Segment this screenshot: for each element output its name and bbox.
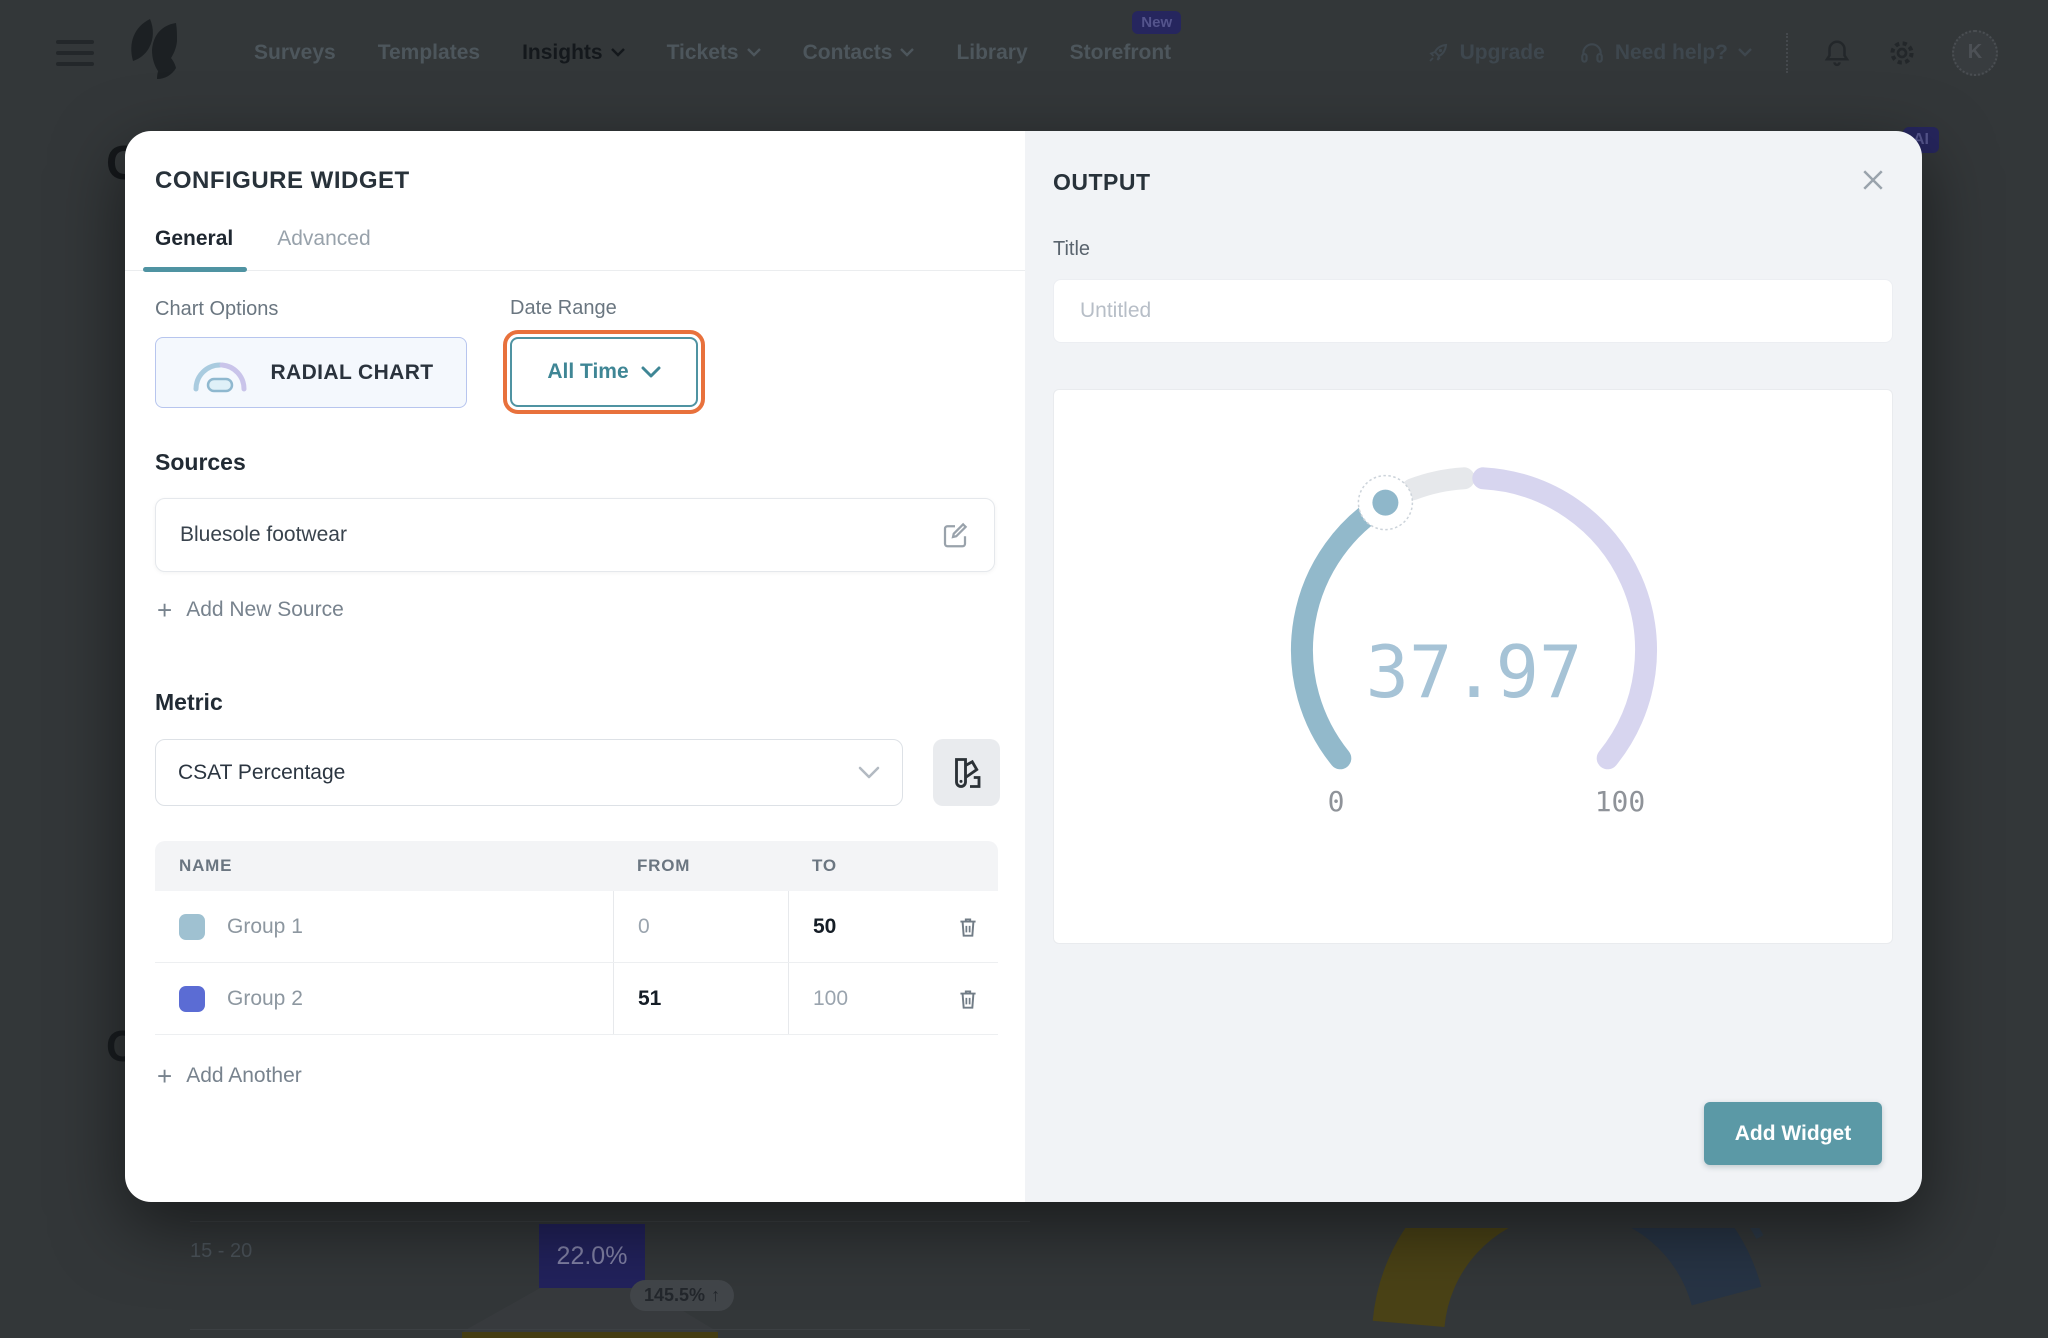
column-header-from: FROM [613, 841, 788, 891]
funnel-bar[interactable]: 54.0% [462, 1332, 718, 1338]
menu-icon[interactable] [56, 40, 94, 66]
metric-heading: Metric [155, 689, 223, 716]
close-icon[interactable] [1858, 165, 1888, 200]
from-field[interactable]: 51 [613, 963, 788, 1034]
upgrade-button[interactable]: Upgrade [1426, 41, 1545, 65]
funnel-change-badge: 145.5%↑ [630, 1280, 734, 1311]
rocket-icon [1426, 41, 1450, 65]
group-color-swatch[interactable] [179, 914, 205, 940]
output-heading: OUTPUT [1053, 169, 1151, 196]
add-another-button[interactable]: + Add Another [157, 1064, 302, 1088]
chevron-down-icon [1738, 48, 1752, 57]
background-donut-chart [1320, 1228, 1840, 1338]
configure-panel: CONFIGURE WIDGET General Advanced Chart … [125, 131, 1025, 1202]
color-palette-button[interactable] [933, 739, 1000, 806]
delete-row-icon[interactable] [955, 914, 981, 940]
nav-items: Surveys Templates Insights Tickets Conta… [254, 41, 1171, 65]
title-label: Title [1053, 238, 1090, 261]
divider [190, 1329, 1030, 1330]
headset-icon [1579, 40, 1605, 66]
divider [190, 1221, 1030, 1222]
table-row: Group 2 51 100 [155, 963, 998, 1035]
group-name[interactable]: Group 2 [227, 987, 303, 1011]
group-name[interactable]: Group 1 [227, 915, 303, 939]
chart-options-label: Chart Options [155, 298, 278, 321]
nav-right-cluster: Upgrade Need help? K [1426, 30, 1998, 76]
configure-widget-modal: CONFIGURE WIDGET General Advanced Chart … [125, 131, 1922, 1202]
gauge-upper-range-arc [1483, 478, 1646, 758]
nav-item-tickets[interactable]: Tickets [667, 41, 761, 65]
source-card[interactable]: Bluesole footwear [155, 498, 995, 572]
column-header-name: NAME [155, 841, 613, 891]
date-range-select[interactable]: All Time [510, 337, 698, 407]
funnel-category-label: 15 - 20 [190, 1240, 252, 1263]
group-color-swatch[interactable] [179, 986, 205, 1012]
radial-gauge-chart: 37.97 0 100 [1224, 435, 1724, 855]
chevron-down-icon [641, 366, 661, 379]
nav-item-library[interactable]: Library [956, 41, 1027, 65]
plus-icon: + [157, 1066, 172, 1086]
chevron-down-icon [611, 48, 625, 57]
gauge-min-label: 0 [1328, 785, 1345, 818]
chevron-down-icon [858, 766, 880, 780]
to-field[interactable]: 50 [788, 891, 938, 962]
metric-selected-value: CSAT Percentage [178, 761, 345, 785]
add-new-source-button[interactable]: + Add New Source [157, 598, 344, 622]
nav-item-surveys[interactable]: Surveys [254, 41, 336, 65]
nav-item-storefront[interactable]: Storefront New [1070, 41, 1172, 65]
output-panel: OUTPUT Title 37.97 0 100 Add Widget [1025, 131, 1922, 1202]
page: Surveys Templates Insights Tickets Conta… [0, 0, 2048, 1338]
column-header-actions [938, 841, 998, 891]
new-badge: New [1132, 11, 1181, 34]
chevron-down-icon [900, 48, 914, 57]
notifications-bell-icon[interactable] [1822, 38, 1852, 68]
chevron-down-icon [747, 48, 761, 57]
divider [125, 270, 1025, 271]
to-field[interactable]: 100 [788, 963, 938, 1034]
source-name: Bluesole footwear [180, 523, 347, 547]
tab-advanced[interactable]: Advanced [277, 227, 370, 269]
tab-general[interactable]: General [155, 227, 233, 269]
delete-row-icon[interactable] [955, 986, 981, 1012]
table-row: Group 1 0 50 [155, 891, 998, 963]
sources-heading: Sources [155, 449, 246, 476]
plus-icon: + [157, 600, 172, 620]
metric-groups-table: NAME FROM TO Group 1 0 50 [155, 841, 998, 1035]
modal-title: CONFIGURE WIDGET [155, 167, 410, 195]
divider [1786, 33, 1788, 73]
top-navigation: Surveys Templates Insights Tickets Conta… [0, 0, 2048, 105]
gauge-value: 37.97 [1366, 630, 1583, 714]
brand-logo-icon[interactable] [120, 17, 188, 88]
tab-bar: General Advanced [155, 227, 371, 269]
widget-title-input[interactable] [1053, 279, 1893, 343]
edit-icon[interactable] [940, 520, 970, 550]
nav-item-insights[interactable]: Insights [522, 41, 625, 65]
nav-item-contacts[interactable]: Contacts [803, 41, 915, 65]
table-header-row: NAME FROM TO [155, 841, 998, 891]
gauge-handle-dot [1372, 490, 1398, 516]
need-help-menu[interactable]: Need help? [1579, 40, 1752, 66]
radial-chart-icon [188, 353, 252, 393]
gauge-preview-card: 37.97 0 100 [1053, 389, 1893, 944]
settings-gear-icon[interactable] [1886, 37, 1918, 69]
date-range-label: Date Range [510, 297, 617, 320]
metric-select[interactable]: CSAT Percentage [155, 739, 903, 806]
column-header-to: TO [788, 841, 938, 891]
active-tab-indicator [143, 267, 247, 272]
chart-type-radial-button[interactable]: RADIAL CHART [155, 337, 467, 408]
nav-item-templates[interactable]: Templates [378, 41, 480, 65]
swatches-icon [949, 755, 985, 791]
arrow-up-icon: ↑ [711, 1285, 720, 1306]
gauge-remainder-arc [1412, 478, 1463, 489]
avatar[interactable]: K [1952, 30, 1998, 76]
gauge-max-label: 100 [1595, 785, 1646, 818]
from-field[interactable]: 0 [613, 891, 788, 962]
funnel-bar[interactable]: 22.0% [539, 1224, 645, 1288]
add-widget-button[interactable]: Add Widget [1704, 1102, 1882, 1165]
